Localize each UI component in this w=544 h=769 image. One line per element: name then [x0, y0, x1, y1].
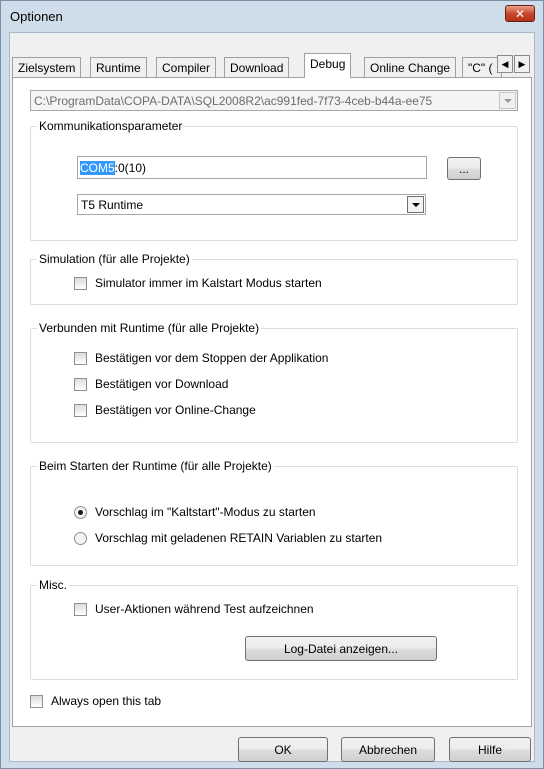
group-legend: Verbunden mit Runtime (für alle Projekte… [37, 321, 262, 335]
close-button[interactable]: ✕ [505, 5, 535, 22]
runtime-combo[interactable]: T5 Runtime [77, 194, 426, 215]
tab-c-code[interactable]: "C" ( [462, 57, 502, 78]
group-verbunden-mit-runtime: Verbunden mit Runtime (für alle Projekte… [30, 321, 518, 443]
path-combo-value: C:\ProgramData\COPA-DATA\SQL2008R2\ac991… [34, 94, 433, 108]
runtime-combo-value: T5 Runtime [81, 198, 144, 212]
browse-button[interactable]: ... [447, 157, 481, 180]
group-misc: Misc. User-Aktionen während Test aufzeic… [30, 578, 518, 680]
tab-online-change[interactable]: Online Change [364, 57, 457, 78]
window-title: Optionen [10, 9, 63, 24]
group-beim-starten: Beim Starten der Runtime (für alle Proje… [30, 459, 518, 566]
radio-retain[interactable]: Vorschlag mit geladenen RETAIN Variablen… [74, 531, 382, 545]
group-legend: Beim Starten der Runtime (für alle Proje… [37, 459, 274, 473]
radio-selected-icon [74, 505, 87, 519]
group-kommunikationsparameter: Kommunikationsparameter COM5:0(10) ... T… [30, 119, 518, 241]
debug-tab-page: C:\ProgramData\COPA-DATA\SQL2008R2\ac991… [12, 77, 532, 727]
close-icon: ✕ [514, 6, 526, 21]
group-simulation: Simulation (für alle Projekte) Simulator… [30, 252, 518, 305]
group-legend: Kommunikationsparameter [37, 119, 185, 133]
tab-compiler[interactable]: Compiler [156, 57, 217, 78]
tab-scroll-right-button[interactable]: ▶ [514, 55, 530, 73]
record-user-actions-checkbox[interactable]: User-Aktionen während Test aufzeichnen [74, 602, 314, 616]
tab-runtime[interactable]: Runtime [90, 57, 147, 78]
checkbox-label: Bestätigen vor Online-Change [95, 403, 256, 417]
checkbox-label: Bestätigen vor Download [95, 377, 229, 391]
checkbox-icon [74, 403, 87, 417]
tab-download[interactable]: Download [224, 57, 290, 78]
radio-icon [74, 531, 87, 545]
options-dialog: Optionen ✕ Zielsystem Runtime Compiler D… [0, 0, 544, 769]
checkbox-icon [74, 276, 87, 290]
checkbox-icon [30, 694, 43, 708]
path-combo-dropdown [499, 92, 516, 109]
confirm-download-checkbox[interactable]: Bestätigen vor Download [74, 377, 228, 391]
checkbox-label: Bestätigen vor dem Stoppen der Applikati… [95, 351, 329, 365]
help-button[interactable]: Hilfe [449, 737, 531, 762]
checkbox-label: Always open this tab [51, 694, 162, 708]
radio-label: Vorschlag mit geladenen RETAIN Variablen… [95, 531, 383, 545]
path-combo: C:\ProgramData\COPA-DATA\SQL2008R2\ac991… [30, 90, 518, 111]
checkbox-icon [74, 351, 87, 365]
connection-rest-text: :0(10) [114, 161, 147, 175]
radio-kaltstart[interactable]: Vorschlag im "Kaltstart"-Modus zu starte… [74, 505, 316, 519]
tab-strip: Zielsystem Runtime Compiler Download Deb… [12, 53, 532, 78]
ok-button[interactable]: OK [238, 737, 328, 762]
confirm-stop-checkbox[interactable]: Bestätigen vor dem Stoppen der Applikati… [74, 351, 328, 365]
chevron-down-icon [503, 98, 512, 103]
tab-scroll-left-button[interactable]: ◀ [497, 55, 513, 73]
cancel-button[interactable]: Abbrechen [341, 737, 435, 762]
simulator-cold-start-checkbox[interactable]: Simulator immer im Kalstart Modus starte… [74, 276, 322, 290]
checkbox-icon [74, 377, 87, 391]
connection-field[interactable]: COM5:0(10) [77, 156, 427, 179]
title-bar[interactable]: Optionen ✕ [1, 1, 543, 31]
tab-debug[interactable]: Debug [304, 53, 352, 78]
always-open-tab-checkbox[interactable]: Always open this tab [30, 694, 161, 708]
checkbox-label: User-Aktionen während Test aufzeichnen [95, 602, 314, 616]
tab-zielsystem[interactable]: Zielsystem [12, 57, 82, 78]
connection-value: COM5:0(10) [80, 161, 146, 175]
dialog-client-area: Zielsystem Runtime Compiler Download Deb… [9, 32, 535, 762]
chevron-down-icon [411, 202, 420, 207]
arrow-left-icon: ◀ [501, 58, 509, 69]
show-log-file-button[interactable]: Log-Datei anzeigen... [245, 636, 437, 661]
checkbox-label: Simulator immer im Kalstart Modus starte… [95, 276, 322, 290]
radio-label: Vorschlag im "Kaltstart"-Modus zu starte… [95, 505, 316, 519]
connection-selected-text: COM5 [80, 161, 115, 175]
runtime-combo-dropdown[interactable] [407, 196, 424, 213]
confirm-online-change-checkbox[interactable]: Bestätigen vor Online-Change [74, 403, 256, 417]
checkbox-icon [74, 602, 87, 616]
group-legend: Misc. [37, 578, 69, 592]
group-legend: Simulation (für alle Projekte) [37, 252, 192, 266]
arrow-right-icon: ▶ [518, 58, 526, 69]
